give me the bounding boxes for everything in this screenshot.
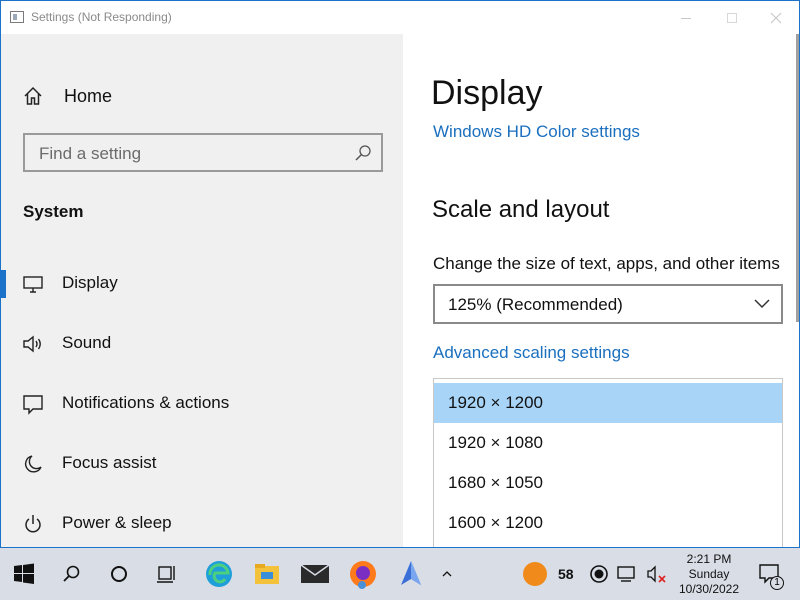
resolution-option[interactable]: 1920 × 1080 <box>434 423 782 463</box>
volume-button[interactable] <box>641 558 673 590</box>
sidebar-item-power-sleep[interactable]: Power & sleep <box>1 504 403 544</box>
clock-time: 2:21 PM <box>686 552 732 566</box>
edge-icon <box>206 561 232 587</box>
close-button[interactable] <box>753 1 799 33</box>
scale-dropdown-value: 125% (Recommended) <box>448 295 623 314</box>
sidebar-item-label: Focus assist <box>62 453 157 472</box>
clock-day: Sunday <box>688 567 730 581</box>
power-icon <box>25 515 41 533</box>
scale-layout-heading: Scale and layout <box>432 196 610 223</box>
hd-color-settings-link[interactable]: Windows HD Color settings <box>433 122 640 142</box>
minimize-button[interactable] <box>663 1 709 33</box>
search-icon <box>63 565 80 582</box>
search-input[interactable]: Find a setting <box>23 133 383 172</box>
orange-circle-icon <box>523 562 547 586</box>
cortana-icon <box>111 566 127 582</box>
firefox-icon <box>350 561 376 589</box>
scale-dropdown[interactable]: 125% (Recommended) <box>433 284 783 324</box>
sidebar-item-label: Power & sleep <box>62 513 172 532</box>
monitor-icon <box>23 276 43 293</box>
sidebar-item-label: Notifications & actions <box>62 393 230 412</box>
task-view-button[interactable] <box>151 558 183 590</box>
app-icon <box>401 561 421 585</box>
sidebar-item-sound[interactable]: Sound <box>1 324 403 364</box>
main-content: Display Windows HD Color settings Scale … <box>403 34 799 547</box>
action-center-button[interactable]: 1 <box>754 558 786 590</box>
mail-icon <box>300 564 330 583</box>
resolution-option[interactable]: 1680 × 1050 <box>434 463 782 503</box>
home-icon <box>24 86 42 105</box>
taskbar: 58 2:21 PM Sunday 10/30/2022 1 <box>0 548 800 600</box>
tray-number: 58 <box>558 566 574 582</box>
network-icon <box>617 566 635 582</box>
notification-count-badge: 1 <box>770 576 784 590</box>
edge-taskbar-button[interactable] <box>203 558 235 590</box>
firefox-taskbar-button[interactable] <box>347 558 379 590</box>
start-button[interactable] <box>8 558 40 590</box>
search-icon <box>355 145 371 161</box>
record-icon <box>590 565 608 583</box>
chevron-up-icon <box>442 571 452 577</box>
start-icon <box>14 563 34 584</box>
section-title-system: System <box>23 202 84 221</box>
maximize-icon <box>727 13 737 24</box>
moon-icon <box>24 455 42 473</box>
sidebar-item-focus-assist[interactable]: Focus assist <box>1 444 403 484</box>
window-title: Settings (Not Responding) <box>31 10 172 24</box>
page-title: Display <box>431 74 543 112</box>
show-hidden-icons-button[interactable] <box>437 558 457 590</box>
file-explorer-icon <box>255 564 279 584</box>
resolution-option[interactable]: 1600 × 1200 <box>434 503 782 543</box>
settings-app-icon <box>10 11 24 23</box>
scale-description: Change the size of text, apps, and other… <box>433 254 780 273</box>
speaker-icon <box>23 335 41 353</box>
maximize-button[interactable] <box>709 1 755 33</box>
clock-date: 10/30/2022 <box>678 582 740 596</box>
volume-muted-icon <box>647 565 666 583</box>
resolution-option[interactable]: 1920 × 1200 <box>434 383 782 423</box>
sidebar-item-notifications[interactable]: Notifications & actions <box>1 384 403 424</box>
mail-taskbar-button[interactable] <box>299 558 331 590</box>
chevron-down-icon <box>754 299 770 309</box>
sidebar-item-label: Sound <box>62 333 112 352</box>
scrollbar[interactable] <box>796 34 799 322</box>
file-explorer-taskbar-button[interactable] <box>251 558 283 590</box>
settings-window: Settings (Not Responding) Home Find a se… <box>0 0 800 548</box>
system-clock[interactable]: 2:21 PM Sunday 10/30/2022 <box>676 552 742 597</box>
search-placeholder: Find a setting <box>39 144 142 163</box>
notification-icon <box>23 395 43 415</box>
taskbar-search-button[interactable] <box>56 558 88 590</box>
cortana-button[interactable] <box>103 558 135 590</box>
sidebar-item-home[interactable]: Home <box>22 84 112 108</box>
network-button[interactable] <box>611 558 643 590</box>
sidebar-item-label: Display <box>62 273 118 292</box>
title-bar[interactable]: Settings (Not Responding) <box>1 1 799 34</box>
sidebar: Home Find a setting System Display Sound… <box>1 34 403 547</box>
resolution-dropdown-list[interactable]: 1920 × 1200 1920 × 1080 1680 × 1050 1600… <box>433 378 783 547</box>
home-label: Home <box>64 85 113 106</box>
app-taskbar-button[interactable] <box>395 558 427 590</box>
sidebar-item-display[interactable]: Display <box>1 264 403 304</box>
advanced-scaling-link[interactable]: Advanced scaling settings <box>433 343 630 363</box>
minimize-icon <box>681 17 691 19</box>
close-icon <box>770 12 782 24</box>
tray-app-button[interactable] <box>519 558 551 590</box>
task-view-icon <box>157 566 175 583</box>
